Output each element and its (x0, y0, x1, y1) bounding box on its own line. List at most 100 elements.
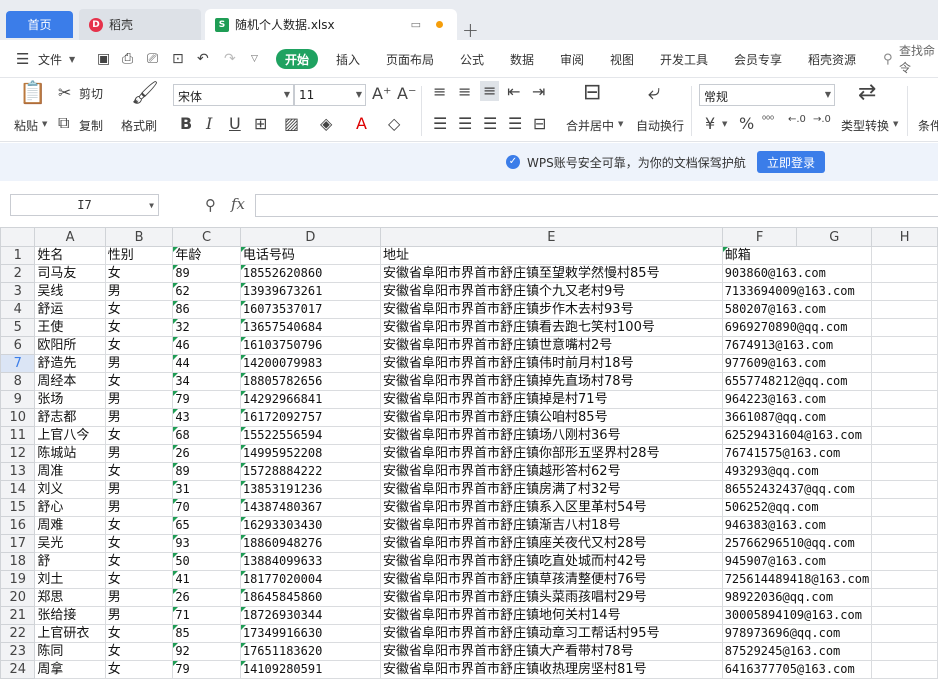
login-button[interactable]: 立即登录 (757, 151, 825, 173)
cell-c16[interactable]: 65 (172, 516, 241, 535)
monitor-icon[interactable]: ▭ (411, 18, 421, 31)
currency-chevron-icon[interactable]: ▼ (722, 120, 727, 128)
cell-e9[interactable]: 安徽省阜阳市界首市舒庄镇掉是村71号 (380, 390, 723, 409)
cell-h6[interactable] (871, 336, 938, 355)
cell-e17[interactable]: 安徽省阜阳市界首市舒庄镇座关夜代又村28号 (380, 534, 723, 553)
column-header-d[interactable]: D (239, 227, 382, 247)
cell-c12[interactable]: 26 (172, 444, 241, 463)
cell-e20[interactable]: 安徽省阜阳市界首市舒庄镇头菜雨孩唱村29号 (380, 588, 723, 607)
cell-a16[interactable]: 周难 (34, 516, 106, 535)
fill-style-icon[interactable]: ▨ (284, 115, 299, 133)
cell-e24[interactable]: 安徽省阜阳市界首市舒庄镇收热理房坚村81号 (380, 660, 723, 679)
decrease-decimal-icon[interactable]: →.0 (813, 114, 831, 125)
menu-review[interactable]: 审阅 (560, 40, 584, 78)
tab-docer[interactable]: D 稻壳 (79, 9, 201, 40)
cell-h12[interactable] (871, 444, 938, 463)
cell-f24[interactable]: 6416377705@163.com (721, 660, 873, 679)
quick-access-chevron-icon[interactable]: ▽ (251, 40, 258, 78)
font-size-select[interactable]: 11 ▼ (294, 84, 366, 106)
cell-f22[interactable]: 978973696@qq.com (721, 624, 873, 643)
column-header-h[interactable]: H (871, 227, 938, 247)
fill-color-icon[interactable]: ◈ (320, 115, 332, 133)
row-header[interactable]: 9 (0, 390, 36, 409)
cell-h10[interactable] (871, 408, 938, 427)
row-header[interactable]: 21 (0, 606, 36, 625)
cell-b8[interactable]: 女 (104, 372, 174, 391)
zoom-search-icon[interactable]: ⚲ (205, 196, 216, 214)
cell-c13[interactable]: 89 (172, 462, 241, 481)
cell-c4[interactable]: 86 (172, 300, 241, 319)
cell-f5[interactable]: 6969270890@qq.com (721, 318, 873, 337)
cell-e5[interactable]: 安徽省阜阳市界首市舒庄镇看去跑七笑村100号 (380, 318, 723, 337)
cell-f16[interactable]: 946383@163.com (721, 516, 873, 535)
row-header[interactable]: 11 (0, 426, 36, 445)
tab-file[interactable]: S 随机个人数据.xlsx ▭ (205, 9, 457, 40)
justify-icon[interactable]: ☰ (508, 115, 522, 133)
menu-home[interactable]: 开始 (276, 49, 319, 69)
cell-h24[interactable] (871, 660, 938, 679)
column-header-c[interactable]: C (172, 227, 241, 247)
cell-a4[interactable]: 舒运 (34, 300, 106, 319)
redo-icon[interactable]: ↷ (224, 40, 236, 78)
cell-e6[interactable]: 安徽省阜阳市界首市舒庄镇世意嘴村2号 (380, 336, 723, 355)
cell-a18[interactable]: 舒 (34, 552, 106, 571)
cell-a13[interactable]: 周准 (34, 462, 106, 481)
underline-icon[interactable]: U (229, 115, 241, 133)
cell-d2[interactable]: 18552620860 (239, 264, 382, 283)
cell-c8[interactable]: 34 (172, 372, 241, 391)
print-icon[interactable]: ⎚ (147, 40, 158, 78)
cell-d21[interactable]: 18726930344 (239, 606, 382, 625)
font-color-icon[interactable]: A (356, 115, 367, 133)
cell-e10[interactable]: 安徽省阜阳市界首市舒庄镇公咱村85号 (380, 408, 723, 427)
cell-c5[interactable]: 32 (172, 318, 241, 337)
cell-a23[interactable]: 陈同 (34, 642, 106, 661)
menu-file[interactable]: 文件 (38, 40, 62, 78)
cell-f1[interactable]: 邮箱 (721, 246, 873, 265)
cell-b6[interactable]: 女 (104, 336, 174, 355)
paste-chevron-icon[interactable]: ▼ (42, 120, 47, 128)
align-right-icon[interactable]: ☰ (483, 115, 497, 133)
align-bottom-icon[interactable]: ≡ (480, 81, 500, 101)
row-header[interactable]: 17 (0, 534, 36, 553)
cell-a12[interactable]: 陈城站 (34, 444, 106, 463)
cell-e23[interactable]: 安徽省阜阳市界首市舒庄镇大产看带村78号 (380, 642, 723, 661)
menu-insert[interactable]: 插入 (336, 40, 360, 78)
cell-b21[interactable]: 男 (104, 606, 174, 625)
cell-a9[interactable]: 张场 (34, 390, 106, 409)
cell-h14[interactable] (871, 480, 938, 499)
align-middle-icon[interactable]: ≡ (458, 83, 471, 101)
cell-f11[interactable]: 62529431604@163.com (721, 426, 873, 445)
cell-a3[interactable]: 吴线 (34, 282, 106, 301)
cell-d1[interactable]: 电话号码 (239, 246, 382, 265)
cell-f12[interactable]: 76741575@163.com (721, 444, 873, 463)
cell-c14[interactable]: 31 (172, 480, 241, 499)
cell-b24[interactable]: 女 (104, 660, 174, 679)
cell-b20[interactable]: 男 (104, 588, 174, 607)
cell-b17[interactable]: 女 (104, 534, 174, 553)
cell-f8[interactable]: 6557748212@qq.com (721, 372, 873, 391)
cell-h3[interactable] (871, 282, 938, 301)
row-header[interactable]: 12 (0, 444, 36, 463)
row-header[interactable]: 1 (0, 246, 36, 265)
cell-e15[interactable]: 安徽省阜阳市界首市舒庄镇系入区里革村54号 (380, 498, 723, 517)
decrease-font-icon[interactable]: A⁻ (397, 85, 416, 103)
clear-format-icon[interactable]: ◇ (388, 115, 400, 133)
cell-b16[interactable]: 女 (104, 516, 174, 535)
cell-c22[interactable]: 85 (172, 624, 241, 643)
format-painter-button[interactable]: 格式刷 (121, 117, 157, 134)
print-preview-icon[interactable]: ⊡ (172, 40, 184, 78)
cell-c20[interactable]: 26 (172, 588, 241, 607)
number-format-select[interactable]: 常规 ▼ (699, 84, 835, 106)
cell-d17[interactable]: 18860948276 (239, 534, 382, 553)
cell-d13[interactable]: 15728884222 (239, 462, 382, 481)
column-header-a[interactable]: A (34, 227, 106, 247)
row-header[interactable]: 23 (0, 642, 36, 661)
cell-b12[interactable]: 男 (104, 444, 174, 463)
cell-c6[interactable]: 46 (172, 336, 241, 355)
row-header[interactable]: 5 (0, 318, 36, 337)
cell-b15[interactable]: 男 (104, 498, 174, 517)
type-convert-icon[interactable]: ⇄ (858, 81, 876, 105)
tab-home[interactable]: 首页 (6, 11, 73, 38)
cell-h15[interactable] (871, 498, 938, 517)
cell-d15[interactable]: 14387480367 (239, 498, 382, 517)
